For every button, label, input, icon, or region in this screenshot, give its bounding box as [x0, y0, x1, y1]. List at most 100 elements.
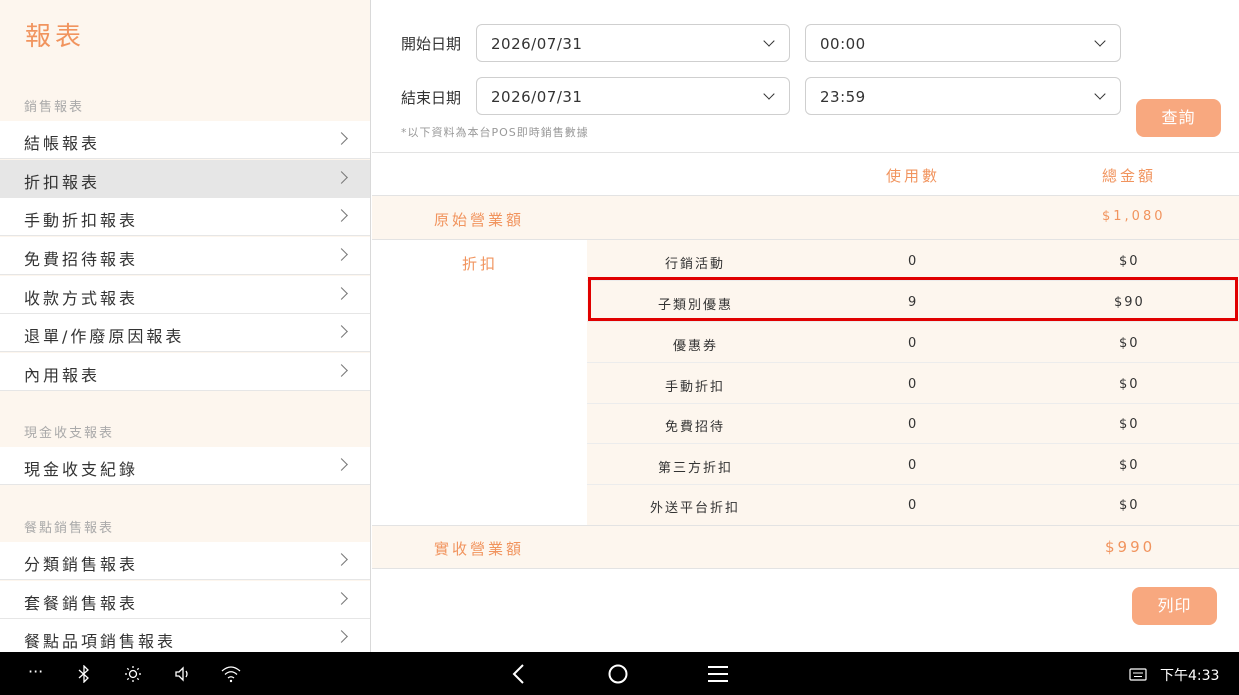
- sidebar-item-complimentary-report[interactable]: 免費招待報表: [0, 237, 370, 275]
- chevron-down-icon: [763, 35, 775, 47]
- discount-group-label: 折扣: [462, 255, 499, 273]
- sidebar-item-manual-discount-report[interactable]: 手動折扣報表: [0, 198, 370, 236]
- chevron-right-icon: [335, 458, 348, 471]
- start-date-select[interactable]: 2026/07/31: [476, 24, 790, 62]
- end-time-value: 23:59: [820, 88, 866, 106]
- gross-revenue-label: 原始營業額: [434, 211, 525, 229]
- divider: [587, 321, 1239, 322]
- sidebar-item-checkout-report[interactable]: 結帳報表: [0, 121, 370, 159]
- section-sales: 銷售報表: [24, 100, 85, 115]
- start-time-select[interactable]: 00:00: [805, 24, 1121, 62]
- back-icon[interactable]: [511, 663, 525, 685]
- discount-amount: $0: [1119, 336, 1140, 351]
- discount-count: 0: [908, 458, 919, 473]
- end-time-select[interactable]: 23:59: [805, 77, 1121, 115]
- sidebar: 報表 銷售報表 結帳報表 折扣報表 手動折扣報表 免費招待報表 收款方式報表 退…: [0, 0, 371, 652]
- data-source-note: *以下資料為本台POS即時銷售數據: [401, 126, 589, 139]
- sidebar-item-category-sales-report[interactable]: 分類銷售報表: [0, 542, 370, 580]
- sidebar-item-label: 結帳報表: [24, 134, 101, 153]
- divider: [587, 403, 1239, 404]
- highlight-box: [588, 277, 1238, 321]
- discount-name: 手動折扣: [665, 380, 726, 395]
- chevron-right-icon: [335, 132, 348, 145]
- discount-count: 0: [908, 254, 919, 269]
- bluetooth-icon[interactable]: [77, 665, 91, 683]
- menu-icon[interactable]: [707, 665, 729, 683]
- chevron-right-icon: [335, 248, 348, 261]
- wifi-icon[interactable]: [221, 665, 241, 683]
- sidebar-item-cash-records[interactable]: 現金收支紀錄: [0, 447, 370, 485]
- sidebar-item-label: 手動折扣報表: [24, 211, 139, 230]
- sidebar-item-label: 套餐銷售報表: [24, 594, 139, 613]
- chevron-right-icon: [335, 171, 348, 184]
- brightness-icon[interactable]: [124, 665, 142, 683]
- discount-amount: $0: [1119, 458, 1140, 473]
- divider: [372, 152, 1239, 153]
- page-title: 報表: [25, 22, 86, 52]
- home-icon[interactable]: [607, 663, 629, 685]
- discount-amount: $0: [1119, 377, 1140, 392]
- column-header-count: 使用數: [886, 167, 941, 185]
- clock: 下午4:33: [1160, 668, 1220, 684]
- net-revenue-amount: $990: [1105, 538, 1156, 556]
- chevron-right-icon: [335, 364, 348, 377]
- discount-amount: $0: [1119, 417, 1140, 432]
- discount-name: 優惠券: [673, 339, 719, 354]
- discount-count: 0: [908, 377, 919, 392]
- section-meal-sales: 餐點銷售報表: [24, 521, 115, 536]
- sidebar-item-label: 折扣報表: [24, 173, 101, 192]
- chevron-right-icon: [335, 209, 348, 222]
- chevron-right-icon: [335, 592, 348, 605]
- column-header-amount: 總金額: [1102, 167, 1157, 185]
- divider: [587, 443, 1239, 444]
- chevron-right-icon: [335, 325, 348, 338]
- sidebar-item-discount-report[interactable]: 折扣報表: [0, 160, 370, 198]
- discount-count: 0: [908, 498, 919, 513]
- gross-revenue-amount: $1,080: [1102, 209, 1166, 224]
- print-button[interactable]: 列印: [1132, 587, 1217, 625]
- sidebar-item-label: 內用報表: [24, 366, 101, 385]
- chevron-down-icon: [1094, 88, 1106, 100]
- end-date-value: 2026/07/31: [491, 88, 583, 106]
- sidebar-item-label: 收款方式報表: [24, 289, 139, 308]
- discount-count: 0: [908, 336, 919, 351]
- chevron-down-icon: [1094, 35, 1106, 47]
- sidebar-item-label: 退單/作廢原因報表: [24, 327, 185, 346]
- discount-amount: $0: [1119, 254, 1140, 269]
- sidebar-item-label: 現金收支紀錄: [24, 460, 139, 479]
- system-navigation-bar: ··· 下午4:33: [0, 652, 1239, 695]
- section-cash: 現金收支報表: [24, 426, 115, 441]
- divider: [587, 484, 1239, 485]
- sidebar-item-label: 餐點品項銷售報表: [24, 632, 177, 651]
- discount-name: 外送平台折扣: [650, 501, 741, 516]
- report-panel: 開始日期 2026/07/31 00:00 結束日期 2026/07/31 23…: [372, 0, 1239, 652]
- sidebar-item-refund-void-report[interactable]: 退單/作廢原因報表: [0, 314, 370, 352]
- sidebar-item-label: 免費招待報表: [24, 250, 139, 269]
- sidebar-item-payment-method-report[interactable]: 收款方式報表: [0, 276, 370, 314]
- discount-amount: $0: [1119, 498, 1140, 513]
- chevron-right-icon: [335, 630, 348, 643]
- volume-icon[interactable]: [174, 665, 192, 683]
- sidebar-item-dine-in-report[interactable]: 內用報表: [0, 353, 370, 391]
- sidebar-item-item-sales-report[interactable]: 餐點品項銷售報表: [0, 619, 370, 652]
- end-date-select[interactable]: 2026/07/31: [476, 77, 790, 115]
- end-date-label: 結束日期: [401, 89, 462, 107]
- keyboard-icon[interactable]: [1129, 668, 1147, 681]
- start-date-label: 開始日期: [401, 35, 462, 53]
- more-icon[interactable]: ···: [28, 662, 43, 681]
- query-button[interactable]: 查詢: [1136, 99, 1221, 137]
- discount-name: 免費招待: [665, 420, 726, 435]
- divider: [372, 568, 1239, 569]
- start-date-value: 2026/07/31: [491, 35, 583, 53]
- divider: [587, 362, 1239, 363]
- discount-name: 第三方折扣: [658, 461, 734, 476]
- sidebar-item-combo-sales-report[interactable]: 套餐銷售報表: [0, 581, 370, 619]
- discount-count: 0: [908, 417, 919, 432]
- discount-name: 行銷活動: [665, 257, 726, 272]
- chevron-down-icon: [763, 88, 775, 100]
- net-revenue-label: 實收營業額: [434, 540, 525, 558]
- chevron-right-icon: [335, 287, 348, 300]
- start-time-value: 00:00: [820, 35, 866, 53]
- chevron-right-icon: [335, 553, 348, 566]
- sidebar-item-label: 分類銷售報表: [24, 555, 139, 574]
